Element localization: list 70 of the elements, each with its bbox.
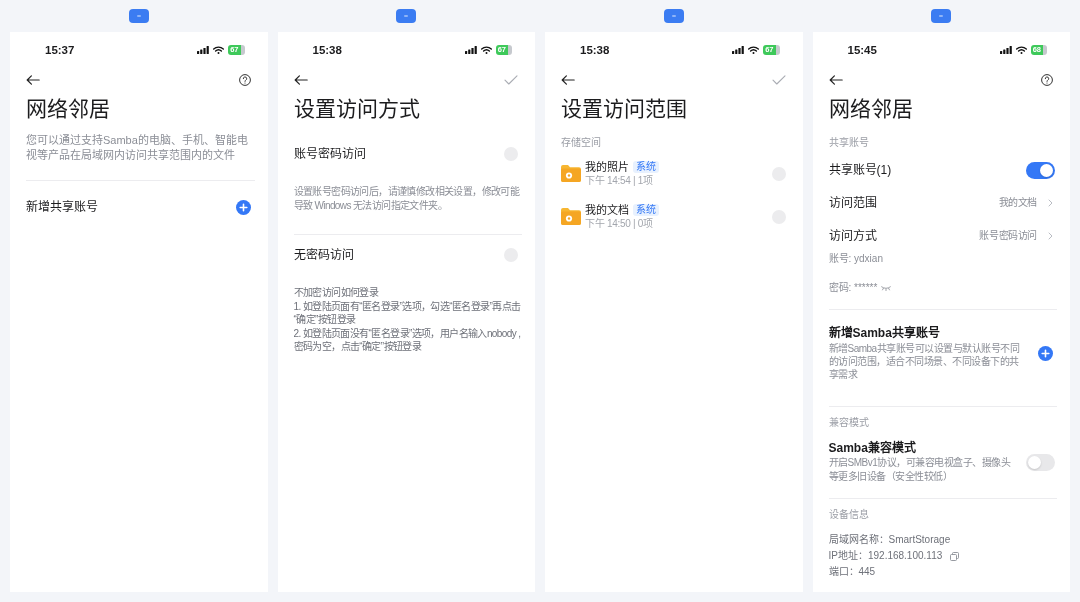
step-marker-icon xyxy=(663,9,684,23)
device-info: 端口：445 xyxy=(828,565,876,579)
setting-label: 访问方式 xyxy=(828,227,877,244)
signal-icon xyxy=(732,46,745,54)
add-icon[interactable] xyxy=(235,199,251,215)
folder-name: 我的文档 xyxy=(585,203,629,217)
section-label: 设备信息 xyxy=(828,508,870,521)
check-icon[interactable] xyxy=(504,75,518,85)
folder-meta: 下午 14:50 | 0项 xyxy=(585,218,653,230)
option-note: 2. 如登陆页面没有“匿名登录”选项，用户名输入nobody ,密码为空，点击“确定”按钮登录 xyxy=(293,326,522,354)
page-title: 网络邻居 xyxy=(828,96,914,122)
system-tag: 系统 xyxy=(633,204,659,216)
option-label: 账号密码访问 xyxy=(293,146,366,162)
option-note: 1. 如登陆页面有“匿名登录”选项，勾选“匿名登录”再点击“确定”按钮登录 xyxy=(293,299,522,327)
option-note: 设置账号密码访问后，请谨慎修改相关设置，修改可能导致 Windows 无法访问指定文件夹。 xyxy=(293,185,521,213)
step-marker-icon xyxy=(128,9,149,23)
wifi-icon xyxy=(480,46,492,54)
back-arrow-icon[interactable] xyxy=(561,75,575,85)
section-label: 兼容模式 xyxy=(828,416,870,429)
status-time: 15:38 xyxy=(580,43,610,57)
chevron-icon[interactable] xyxy=(1048,231,1053,240)
description-text: 您可以通过支持Samba的电脑、手机、智能电视等产品在局域网内访问共享范围内的文件 xyxy=(26,133,249,163)
back-arrow-icon[interactable] xyxy=(26,75,40,85)
signal-icon xyxy=(197,46,210,54)
password-detail: 密码: ****** xyxy=(828,281,878,295)
setting-label: 共享账号(1) xyxy=(828,162,892,178)
check-icon[interactable] xyxy=(771,75,786,85)
device-info: 局域网名称：SmartStorage xyxy=(828,533,951,547)
add-account-title: 新增Samba共享账号 xyxy=(828,326,941,340)
step-marker-icon xyxy=(931,9,952,23)
option-label: 无密码访问 xyxy=(293,247,354,263)
wifi-icon xyxy=(748,46,760,54)
folder-meta: 下午 14:54 | 1项 xyxy=(585,175,653,187)
status-time: 15:38 xyxy=(312,43,342,57)
page-title: 设置访问范围 xyxy=(561,96,688,122)
toggle-switch[interactable] xyxy=(1026,454,1055,471)
back-arrow-icon[interactable] xyxy=(828,75,843,85)
account-detail: 账号: ydxian xyxy=(828,252,883,266)
folder-name: 我的照片 xyxy=(585,160,629,174)
add-account-description: 新增Samba共享账号可以设置与默认账号不同的访问范围，适合不同场景、不同设备下的共享需求 xyxy=(828,342,1021,381)
step-marker-icon xyxy=(396,9,417,23)
status-time: 15:37 xyxy=(45,43,75,57)
setting-value: 账号密码访问 xyxy=(979,229,1037,242)
status-time: 15:45 xyxy=(847,43,877,57)
chevron-icon[interactable] xyxy=(1048,198,1053,207)
page-title: 网络邻居 xyxy=(26,96,111,122)
copy-icon[interactable] xyxy=(950,551,960,561)
help-icon[interactable] xyxy=(1041,74,1053,86)
setting-label: 访问范围 xyxy=(828,194,877,211)
folder-icon xyxy=(561,208,581,225)
page-title: 设置访问方式 xyxy=(293,96,421,122)
option-note: 不加密访问如何登录 xyxy=(293,286,380,300)
back-arrow-icon[interactable] xyxy=(293,75,308,85)
toggle-switch[interactable] xyxy=(1026,161,1055,179)
wifi-icon xyxy=(1015,46,1027,54)
section-label: 共享账号 xyxy=(828,136,870,149)
setting-description: 开启SMBv1协议，可兼容电视盒子、摄像头等更多旧设备（安全性较低） xyxy=(828,456,1012,484)
wifi-icon xyxy=(213,46,225,54)
eye-closed-icon[interactable] xyxy=(881,285,892,291)
add-icon[interactable] xyxy=(1038,346,1053,361)
system-tag: 系统 xyxy=(633,161,659,173)
setting-value: 我的文档 xyxy=(998,196,1037,209)
setting-title: Samba兼容模式 xyxy=(828,441,917,455)
add-account-label: 新增共享账号 xyxy=(26,199,98,215)
help-icon[interactable] xyxy=(238,74,251,86)
section-label: 存储空间 xyxy=(561,136,602,149)
signal-icon xyxy=(999,46,1012,54)
folder-icon xyxy=(561,165,581,182)
device-info: IP地址：192.168.100.113 xyxy=(828,549,943,563)
signal-icon xyxy=(464,46,477,54)
